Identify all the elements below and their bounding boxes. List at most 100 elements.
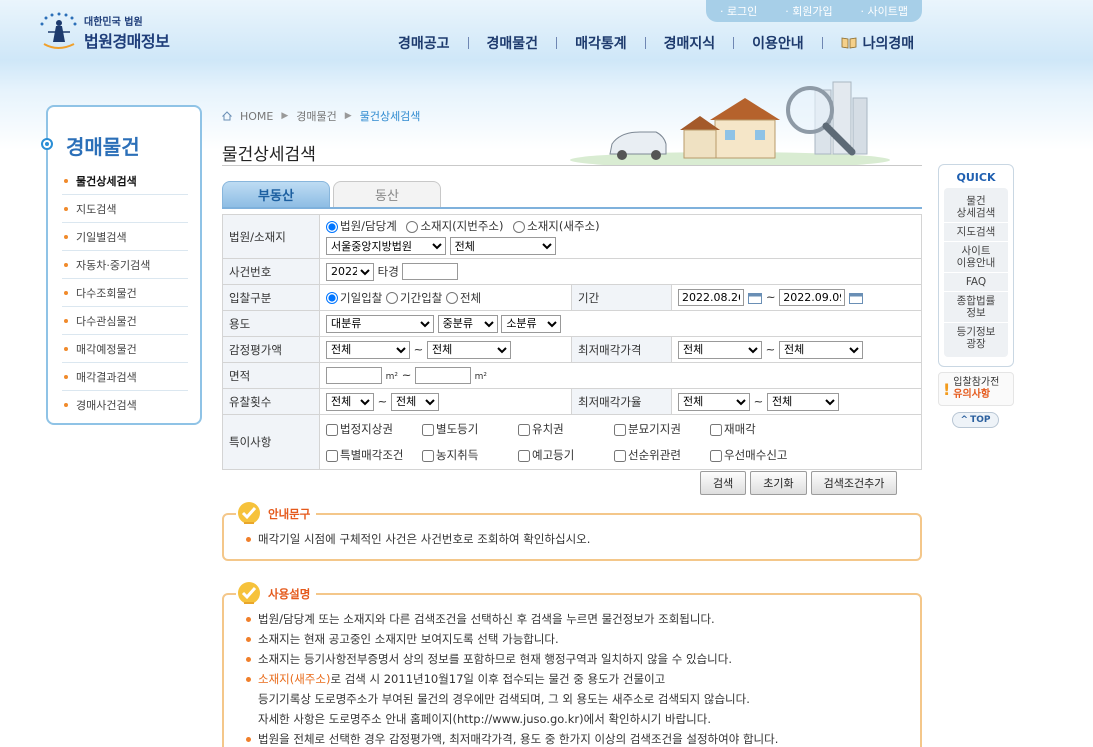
- chevron-right-icon: ▶: [281, 111, 289, 121]
- period-from-input[interactable]: [678, 289, 744, 306]
- calendar-icon[interactable]: [748, 292, 762, 304]
- appraisal-from-select[interactable]: 전체: [326, 340, 410, 359]
- usage-minor-select[interactable]: 소분류: [501, 314, 562, 333]
- court-select[interactable]: 서울중앙지방법원: [326, 237, 446, 255]
- reset-button[interactable]: 초기화: [750, 471, 807, 495]
- login-link[interactable]: 로그인: [720, 3, 757, 19]
- period-label: 기간: [571, 284, 672, 311]
- check-badge-icon: [238, 502, 260, 524]
- min-rate-from-select[interactable]: 전체: [678, 392, 750, 411]
- side-nav-item-scheduled[interactable]: 매각예정물건: [62, 335, 188, 363]
- side-nav-item-date-search[interactable]: 기일별검색: [62, 223, 188, 251]
- check-special-sale[interactable]: 특별매각조건: [326, 447, 422, 463]
- scroll-top-button[interactable]: ^ TOP: [952, 412, 999, 428]
- quick-item-legal-info[interactable]: 종합법률 정보: [944, 292, 1008, 323]
- fail-from-select[interactable]: 전체: [326, 392, 374, 411]
- guide-line: 소재지(새주소)로 검색 시 2011년10월17일 이후 접수되는 물건 중 …: [246, 669, 900, 689]
- guide-line: 법원을 전체로 선택한 경우 감정평가액, 최저매각가격, 용도 중 한가지 이…: [246, 729, 900, 747]
- side-nav-item-map-search[interactable]: 지도검색: [62, 195, 188, 223]
- court-dept-select[interactable]: 전체: [449, 237, 556, 255]
- min-price-from-select[interactable]: 전체: [678, 340, 762, 359]
- period-to-input[interactable]: [779, 289, 846, 306]
- site-logo[interactable]: 대한민국 법원 법원경매정보: [38, 12, 170, 52]
- case-number-input[interactable]: [402, 263, 459, 280]
- side-nav-item-results[interactable]: 매각결과검색: [62, 363, 188, 391]
- side-nav-item-detail-search[interactable]: 물건상세검색: [62, 167, 188, 195]
- guide-line: 등기기록상 도로명주소가 부여된 물건의 경우에만 검색되며, 그 외 용도는 …: [258, 692, 750, 706]
- breadcrumb-current: 물건상세검색: [359, 110, 421, 123]
- usage-major-select[interactable]: 대분류: [326, 314, 434, 333]
- nav-guide[interactable]: 이용안내: [734, 33, 822, 53]
- min-rate-to-select[interactable]: 전체: [766, 392, 839, 411]
- utility-links: 로그인 회원가입 사이트맵: [706, 0, 922, 22]
- check-lien[interactable]: 유치권: [518, 421, 614, 437]
- court-label: 법원/소재지: [222, 214, 320, 259]
- area-to-input[interactable]: [414, 367, 471, 384]
- radio-address-lot[interactable]: 소재지(지번주소): [406, 219, 503, 233]
- check-priority-purchase[interactable]: 우선매수신고: [710, 447, 806, 463]
- radio-all-bid[interactable]: 전체: [445, 291, 481, 305]
- join-link[interactable]: 회원가입: [785, 3, 832, 19]
- quick-menu: QUICK 물건 상세검색 지도검색 사이트 이용안내 FAQ 종합법률 정보 …: [938, 164, 1014, 367]
- radio-address-road[interactable]: 소재지(새주소): [513, 219, 600, 233]
- search-button[interactable]: 검색: [700, 471, 747, 495]
- area-label: 면적: [222, 362, 320, 389]
- guide-highlight: 소재지(새주소): [258, 672, 331, 686]
- sitemap-link[interactable]: 사이트맵: [861, 3, 908, 19]
- breadcrumb-section[interactable]: 경매물건: [296, 108, 336, 124]
- quick-item-detail-search[interactable]: 물건 상세검색: [944, 192, 1008, 223]
- case-year-select[interactable]: 2022: [326, 262, 374, 281]
- check-separate-registry[interactable]: 별도등기: [422, 421, 518, 437]
- caution-line2: 유의사항: [953, 389, 991, 400]
- usage-middle-select[interactable]: 중분류: [437, 314, 498, 333]
- radio-date-bid[interactable]: 기일입찰: [326, 291, 382, 305]
- exclamation-icon: !: [943, 379, 951, 399]
- guide-line: 자세한 사항은 도로명주소 안내 홈페이지(http://www.juso.go…: [258, 712, 711, 726]
- calendar-icon[interactable]: [849, 292, 864, 304]
- area-unit: m²: [385, 372, 399, 382]
- check-farmland[interactable]: 농지취득: [422, 447, 518, 463]
- side-nav-item-vehicle-search[interactable]: 자동차·중기검색: [62, 251, 188, 279]
- main-nav: 경매공고 경매물건 매각통계 경매지식 이용안내 나의경매: [380, 33, 932, 53]
- nav-auction-items[interactable]: 경매물건: [469, 33, 557, 53]
- houses-magnifier-illustration: [570, 81, 890, 166]
- caret-up-icon: ^: [960, 415, 969, 425]
- quick-title: QUICK: [956, 171, 996, 184]
- side-nav-item-most-interest[interactable]: 다수관심물건: [62, 307, 188, 335]
- search-form: 법원/소재지 법원/담당계 소재지(지번주소) 소재지(새주소) 서울중앙지방법…: [222, 214, 922, 470]
- tab-movables[interactable]: 동산: [333, 181, 441, 207]
- range-tilde: ~: [753, 394, 764, 408]
- bid-caution-link[interactable]: ! 입찰참가전 유의사항: [938, 372, 1014, 406]
- nav-my-auction-label: 나의경매: [862, 36, 915, 52]
- breadcrumb-home[interactable]: HOME: [240, 110, 273, 123]
- check-notice-registry[interactable]: 예고등기: [518, 447, 614, 463]
- tab-real-estate[interactable]: 부동산: [222, 181, 330, 207]
- quick-item-site-guide[interactable]: 사이트 이용안내: [944, 242, 1008, 273]
- nav-my-auction[interactable]: 나의경매: [823, 33, 933, 53]
- radio-court-dept[interactable]: 법원/담당계: [326, 219, 397, 233]
- side-nav-item-most-viewed[interactable]: 다수조회물건: [62, 279, 188, 307]
- quick-item-registry-plaza[interactable]: 등기정보 광장: [944, 323, 1008, 353]
- add-condition-button[interactable]: 검색조건추가: [810, 471, 898, 495]
- guide-text: 로 검색 시 2011년10월17일 이후 접수되는 물건 중 용도가 건물이고: [330, 672, 666, 686]
- check-senior-related[interactable]: 선순위관련: [614, 447, 710, 463]
- nav-auction-notice[interactable]: 경매공고: [380, 33, 468, 53]
- check-legal-surface-right[interactable]: 법정지상권: [326, 421, 422, 437]
- area-from-input[interactable]: [326, 367, 382, 384]
- range-tilde: ~: [377, 394, 388, 408]
- side-nav-bullet-icon: [41, 138, 53, 150]
- check-resale[interactable]: 재매각: [710, 421, 806, 437]
- fail-to-select[interactable]: 전체: [390, 392, 439, 411]
- quick-item-faq[interactable]: FAQ: [944, 273, 1008, 292]
- min-price-to-select[interactable]: 전체: [778, 340, 863, 359]
- radio-period-bid[interactable]: 기간입찰: [385, 291, 442, 305]
- range-tilde: ~: [765, 342, 776, 356]
- book-icon: [841, 37, 857, 49]
- nav-auction-knowledge[interactable]: 경매지식: [646, 33, 734, 53]
- appraisal-to-select[interactable]: 전체: [426, 340, 511, 359]
- quick-item-map-search[interactable]: 지도검색: [944, 223, 1008, 242]
- nav-sale-stats[interactable]: 매각통계: [557, 33, 645, 53]
- side-nav-item-case-search[interactable]: 경매사건검색: [62, 391, 188, 419]
- check-grave-site[interactable]: 분묘기지권: [614, 421, 710, 437]
- usage-guide-box: 사용설명 법원/담당계 또는 소재지와 다른 검색조건을 선택하신 후 검색을 …: [222, 581, 922, 747]
